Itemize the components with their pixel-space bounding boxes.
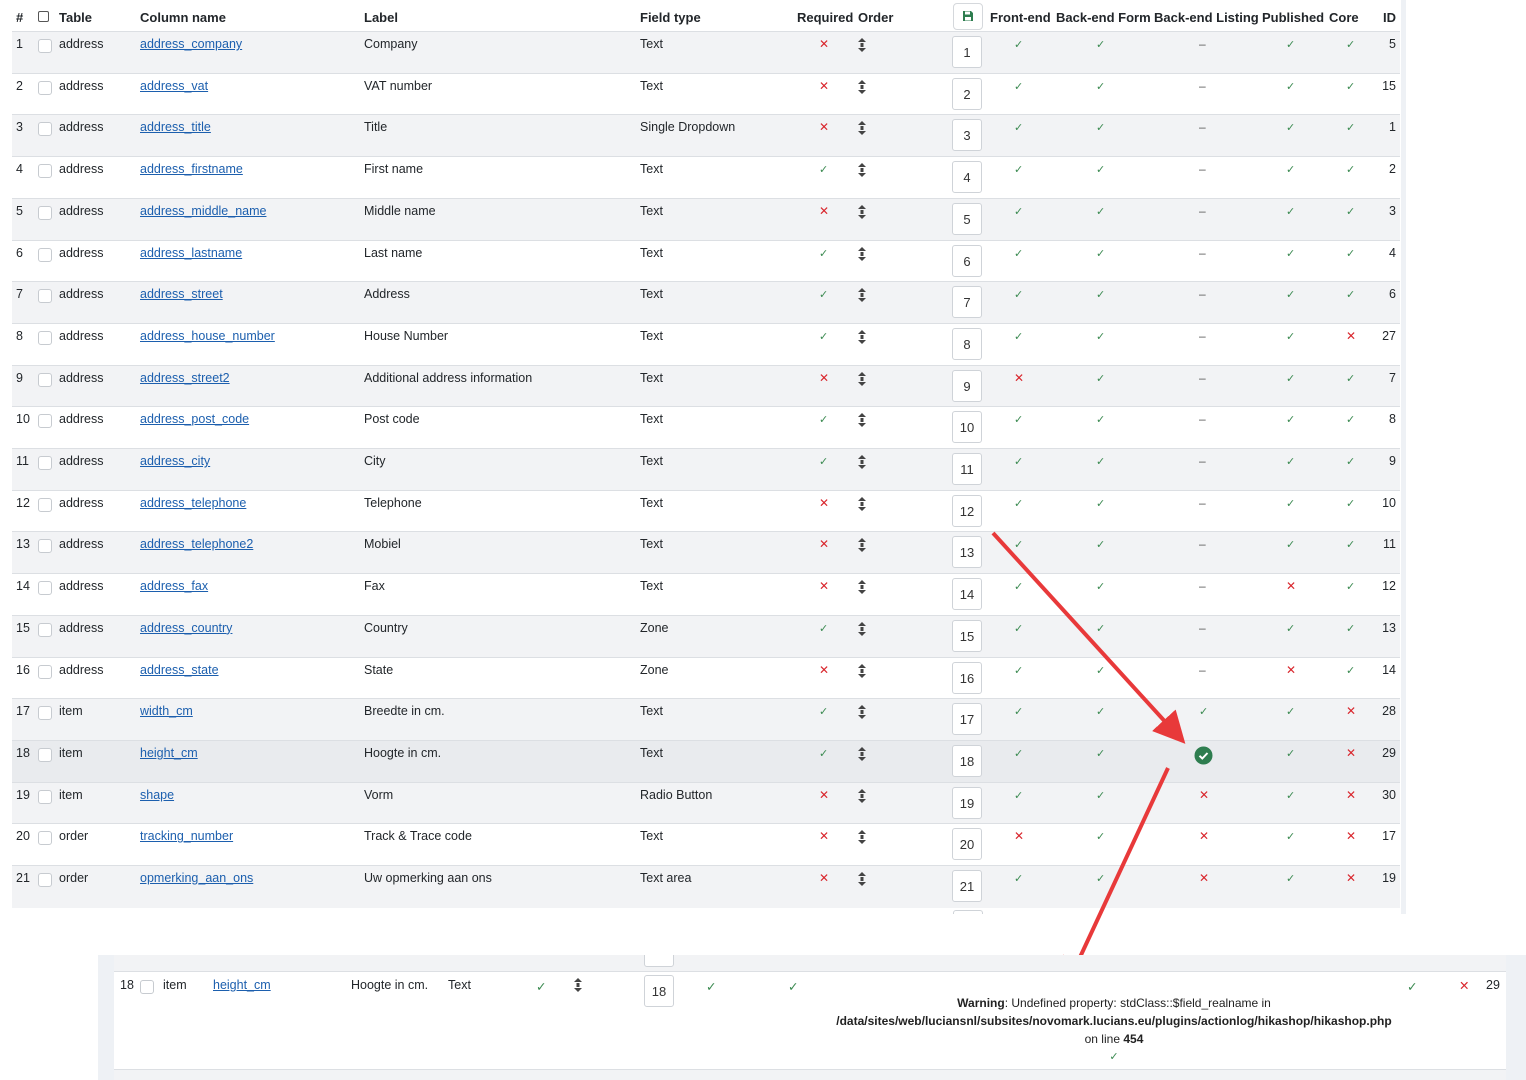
annotation-arrows xyxy=(991,531,1186,991)
inset-id: 29 xyxy=(1486,978,1500,992)
inset-table: item xyxy=(163,978,187,992)
inset-row-number: 18 xyxy=(120,978,134,992)
check-icon[interactable]: ✓ xyxy=(1407,979,1417,994)
check-icon[interactable]: ✓ xyxy=(706,979,716,994)
warning-line: 454 xyxy=(1123,1032,1144,1046)
check-icon[interactable]: ✓ xyxy=(536,979,546,994)
check-icon[interactable]: ✓ xyxy=(794,1048,1434,1066)
cross-icon[interactable]: ✕ xyxy=(1459,978,1469,993)
inset-label: Hoogte in cm. xyxy=(351,978,429,992)
next-row-edge xyxy=(114,1069,1506,1080)
warning-screenshot-inset: 18 item height_cm Hoogte in cm. Text ✓ 1… xyxy=(98,955,1526,1080)
inset-field-type: Text xyxy=(448,978,471,992)
annotation-arrow-1 xyxy=(991,531,1186,744)
inset-row-checkbox[interactable] xyxy=(140,980,154,994)
warning-text: : Undefined property: stdClass::$field_r… xyxy=(1004,996,1271,1010)
warning-line-prefix: on line xyxy=(1084,1032,1120,1046)
php-warning-message: Warning: Undefined property: stdClass::$… xyxy=(794,994,1434,1066)
inset-column-link[interactable]: height_cm xyxy=(213,978,271,992)
previous-row-edge xyxy=(114,955,1506,972)
annotation-arrow-2 xyxy=(1063,767,1170,991)
check-icon[interactable]: ✓ xyxy=(788,979,798,994)
inset-order-input[interactable]: 18 xyxy=(644,975,674,1007)
reorder-handle-icon[interactable] xyxy=(574,978,582,995)
warning-path: /data/sites/web/luciansnl/subsites/novom… xyxy=(836,1014,1392,1028)
warning-label: Warning xyxy=(957,996,1005,1010)
